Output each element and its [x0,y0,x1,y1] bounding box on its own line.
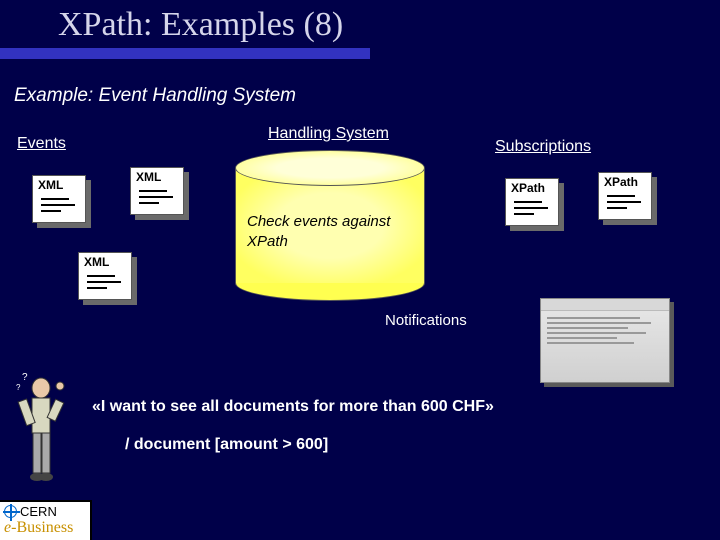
notifications-label: Notifications [385,312,467,329]
slide-subtitle: Example: Event Handling System [14,85,296,107]
user-quote: «I want to see all documents for more th… [92,398,494,416]
doc-type-label: XPath [604,175,638,189]
handling-heading: Handling System [268,125,389,143]
database-cylinder-icon: Check events against XPath [235,150,425,295]
doc-type-label: XPath [511,181,545,195]
thinking-person-icon: ? ? [14,372,69,492]
xpath-expression: / document [amount > 600] [125,436,328,454]
doc-type-label: XML [136,170,161,184]
xpath-document-icon: XPath [598,172,652,220]
footer-logo-box: CERN e-Business [0,500,92,540]
subscriptions-heading: Subscriptions [495,138,591,156]
svg-text:?: ? [22,372,28,383]
events-heading: Events [17,135,66,153]
slide-header: XPath: Examples (8) [0,0,720,44]
xml-document-icon: XML [78,252,132,300]
cern-logo-line: CERN [4,504,86,519]
cern-logo-icon [4,505,17,518]
xpath-document-icon: XPath [505,178,559,226]
doc-type-label: XML [38,178,63,192]
xml-document-icon: XML [130,167,184,215]
dialog-window-icon [540,298,670,383]
cylinder-caption: Check events against XPath [247,212,417,251]
cern-text: CERN [20,504,57,519]
xml-document-icon: XML [32,175,86,223]
ebusiness-text: e-Business [4,519,86,537]
slide-title: XPath: Examples (8) [58,6,720,44]
svg-text:?: ? [16,383,21,392]
title-underline [0,48,370,59]
doc-type-label: XML [84,255,109,269]
